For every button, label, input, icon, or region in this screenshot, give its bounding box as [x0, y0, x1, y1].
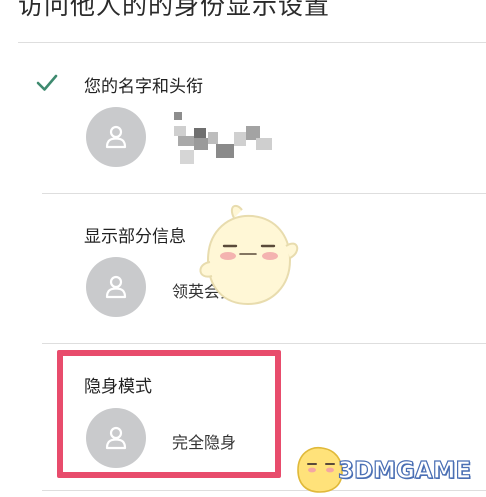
divider	[18, 42, 486, 43]
highlight-annotation-box	[57, 350, 281, 478]
option-title: 您的名字和头衔	[84, 77, 203, 97]
option-title: 显示部分信息	[84, 227, 186, 247]
obscured-name-text	[174, 112, 272, 164]
divider	[42, 193, 486, 194]
check-icon	[36, 74, 58, 91]
avatar	[86, 257, 146, 317]
page-title: 访问他人的的身份显示设置	[18, 0, 331, 20]
divider	[42, 343, 486, 344]
person-silhouette-icon	[105, 125, 127, 149]
divider	[42, 490, 486, 491]
avatar	[86, 107, 146, 167]
mascot-sticker	[199, 204, 299, 306]
person-silhouette-icon	[105, 275, 127, 299]
watermark-logo: 3DMGAME	[337, 457, 472, 484]
